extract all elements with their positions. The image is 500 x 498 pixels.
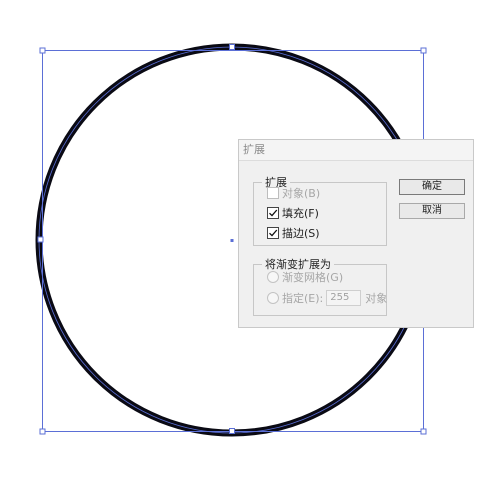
anchor-point-left[interactable] (37, 236, 44, 243)
dialog-title: 扩展 (239, 140, 473, 161)
fill-checkbox[interactable] (267, 207, 279, 219)
handle-bottom-right[interactable] (420, 428, 427, 435)
stroke-option[interactable]: 描边(S) (267, 225, 320, 241)
fill-label: 填充(F) (282, 207, 319, 220)
specify-label: 指定(E): (282, 292, 324, 305)
object-checkbox (267, 187, 279, 199)
gradient-mesh-radio (267, 271, 279, 283)
anchor-point-bottom[interactable] (229, 428, 235, 434)
gradient-mesh-label: 渐变网格(G) (282, 271, 344, 284)
specify-radio (267, 292, 279, 304)
specify-unit-label: 对象 (365, 292, 388, 305)
gradient-options-group: 将渐变扩展为 (253, 256, 387, 316)
checkmark-icon (269, 229, 278, 237)
specify-option: 指定(E): 255 对象 (267, 290, 387, 306)
handle-bottom-left[interactable] (39, 428, 46, 435)
specify-objects-input: 255 (326, 290, 362, 306)
handle-top-right[interactable] (420, 47, 427, 54)
gradient-mesh-option: 渐变网格(G) (267, 269, 343, 285)
fill-option[interactable]: 填充(F) (267, 205, 319, 221)
expand-dialog: 扩展 扩展 对象(B) 填充(F) 描边(S) 将渐变扩展为 渐变网格(G) 指… (238, 139, 474, 328)
handle-top-left[interactable] (39, 47, 46, 54)
ok-button[interactable]: 确定 (399, 179, 465, 195)
stroke-checkbox[interactable] (267, 227, 279, 239)
checkmark-icon (269, 209, 278, 217)
center-point (230, 239, 234, 242)
cancel-button[interactable]: 取消 (399, 203, 465, 219)
anchor-point-top[interactable] (229, 44, 235, 50)
object-option: 对象(B) (267, 185, 320, 201)
object-label: 对象(B) (282, 187, 321, 200)
stroke-label: 描边(S) (282, 227, 320, 240)
